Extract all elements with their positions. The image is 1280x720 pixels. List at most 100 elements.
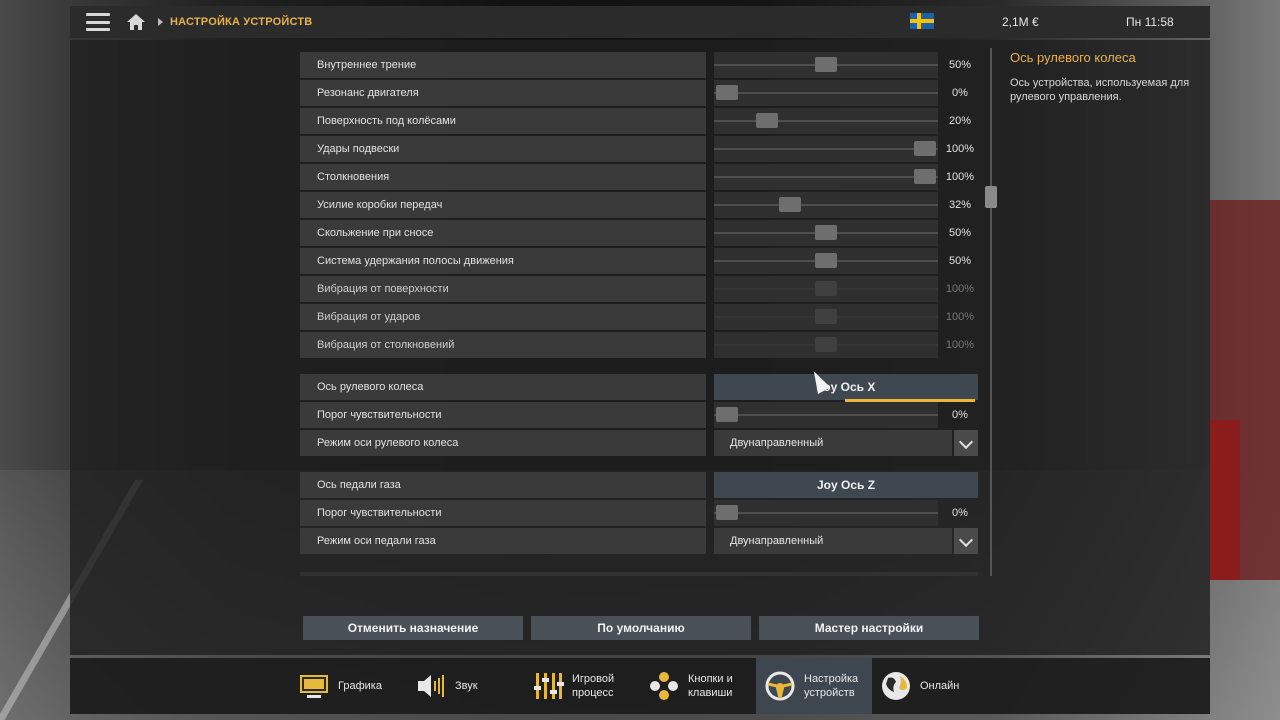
tab-graphics-label: Графика	[338, 680, 382, 692]
tab-online-label: Онлайн	[920, 680, 960, 692]
settings-row[interactable]: Система удержания полосы движения 50%	[300, 248, 978, 274]
setting-value: 50%	[948, 255, 972, 267]
defaults-button[interactable]: По умолчанию	[531, 616, 751, 640]
settings-row[interactable]: Порог чувствительности 0%	[300, 402, 978, 428]
settings-row[interactable]: Режим оси рулевого колеса Двунаправленный	[300, 430, 978, 456]
setting-value: 100%	[945, 143, 975, 155]
tab-devices-label: Настройка устройств	[804, 673, 859, 699]
setting-label: Вибрация от столкновений	[300, 332, 706, 358]
setting-slider[interactable]	[714, 500, 938, 526]
slider-track	[714, 204, 938, 206]
setting-value: 20%	[948, 115, 972, 127]
globe-icon	[880, 670, 912, 702]
slider-track	[714, 512, 938, 514]
axis-binding-label: Joy Ось Z	[816, 478, 876, 492]
top-bar: НАСТРОЙКА УСТРОЙСТВ 2,1M € Пн 11:58	[70, 6, 1210, 38]
menu-icon[interactable]	[86, 13, 110, 31]
scrollbar-track[interactable]	[990, 48, 992, 576]
slider-thumb[interactable]	[815, 337, 837, 352]
tab-gameplay-label: Игровой процесс	[572, 673, 615, 699]
settings-row[interactable]: Ось рулевого колеса Joy Ось X	[300, 374, 978, 402]
settings-row[interactable]: Вибрация от столкновений 100%	[300, 332, 978, 358]
setting-label: Резонанс двигателя	[300, 80, 706, 106]
setting-value: 32%	[948, 199, 972, 211]
slider-thumb[interactable]	[716, 407, 738, 422]
slider-thumb[interactable]	[815, 281, 837, 296]
tab-online[interactable]: Онлайн	[880, 658, 980, 714]
setting-label: Удары подвески	[300, 136, 706, 162]
settings-row[interactable]: Вибрация от ударов 100%	[300, 304, 978, 330]
settings-row[interactable]: Внутреннее трение 50%	[300, 52, 978, 78]
slider-track	[714, 176, 938, 178]
scrollbar-thumb[interactable]	[985, 186, 997, 208]
home-icon[interactable]	[126, 13, 146, 31]
settings-row[interactable]: Поверхность под колёсами 20%	[300, 108, 978, 134]
tab-controls[interactable]: Кнопки и клавиши	[648, 658, 748, 714]
slider-track	[714, 148, 938, 150]
tab-graphics[interactable]: Графика	[298, 658, 398, 714]
setting-label: Система удержания полосы движения	[300, 248, 706, 274]
slider-thumb[interactable]	[914, 141, 936, 156]
setting-label: Столкновения	[300, 164, 706, 190]
slider-thumb[interactable]	[815, 253, 837, 268]
setting-slider[interactable]	[714, 332, 938, 358]
settings-row[interactable]: Усилие коробки передач 32%	[300, 192, 978, 218]
slider-thumb[interactable]	[914, 169, 936, 184]
setting-value: 0%	[952, 409, 968, 421]
setting-value: 100%	[945, 339, 975, 351]
setting-slider[interactable]	[714, 52, 938, 78]
slider-thumb[interactable]	[755, 113, 778, 128]
axis-binding-button[interactable]: Joy Ось Z	[714, 472, 978, 498]
game-clock: Пн 11:58	[1126, 15, 1174, 29]
setting-slider[interactable]	[714, 108, 938, 134]
setting-slider[interactable]	[714, 402, 938, 428]
tab-devices[interactable]: Настройка устройств	[756, 658, 872, 714]
axis-binding-button[interactable]: Joy Ось X	[714, 374, 978, 402]
settings-row[interactable]: Ось педали газа Joy Ось Z	[300, 472, 978, 498]
setting-value: 100%	[945, 311, 975, 323]
setting-slider[interactable]	[714, 80, 938, 106]
slider-track	[714, 92, 938, 94]
breadcrumb-arrow-icon	[158, 18, 163, 26]
sliders-icon	[532, 670, 564, 702]
setting-value: 0%	[952, 87, 968, 99]
slider-track	[714, 120, 938, 122]
setting-label: Режим оси педали газа	[300, 528, 706, 554]
slider-thumb[interactable]	[815, 309, 837, 324]
chevron-down-icon[interactable]	[954, 528, 978, 554]
setting-label: Порог чувствительности	[300, 402, 706, 428]
setting-value: 0%	[952, 507, 968, 519]
slider-thumb[interactable]	[815, 57, 837, 72]
setting-slider[interactable]	[714, 220, 938, 246]
settings-row[interactable]: Вибрация от поверхности 100%	[300, 276, 978, 302]
breadcrumb: НАСТРОЙКА УСТРОЙСТВ	[170, 16, 313, 28]
settings-row[interactable]: Порог чувствительности 0%	[300, 500, 978, 526]
gamepad-buttons-icon	[648, 670, 680, 702]
tab-sound-label: Звук	[455, 680, 478, 692]
bottom-nav: Графика Звук Игровой процесс Кнопки и кл…	[70, 658, 1210, 714]
settings-row[interactable]: Удары подвески 100%	[300, 136, 978, 162]
setting-slider[interactable]	[714, 192, 938, 218]
setup-wizard-button[interactable]: Мастер настройки	[759, 616, 979, 640]
chevron-down-icon[interactable]	[954, 430, 978, 456]
tab-controls-label: Кнопки и клавиши	[688, 673, 733, 699]
setting-slider[interactable]	[714, 136, 938, 162]
settings-row[interactable]: Столкновения 100%	[300, 164, 978, 190]
settings-row[interactable]: Скольжение при сносе 50%	[300, 220, 978, 246]
tab-sound[interactable]: Звук	[415, 658, 505, 714]
setting-slider[interactable]	[714, 304, 938, 330]
setting-label: Режим оси рулевого колеса	[300, 430, 706, 456]
axis-mode-dropdown[interactable]: Двунаправленный	[714, 430, 952, 456]
slider-thumb[interactable]	[779, 197, 802, 212]
axis-mode-dropdown[interactable]: Двунаправленный	[714, 528, 952, 554]
slider-thumb[interactable]	[716, 505, 738, 520]
unassign-button[interactable]: Отменить назначение	[303, 616, 523, 640]
setting-slider[interactable]	[714, 248, 938, 274]
slider-thumb[interactable]	[815, 225, 837, 240]
setting-slider[interactable]	[714, 276, 938, 302]
setting-slider[interactable]	[714, 164, 938, 190]
settings-row[interactable]: Резонанс двигателя 0%	[300, 80, 978, 106]
tab-gameplay[interactable]: Игровой процесс	[532, 658, 632, 714]
settings-row[interactable]: Режим оси педали газа Двунаправленный	[300, 528, 978, 554]
slider-thumb[interactable]	[716, 85, 738, 100]
